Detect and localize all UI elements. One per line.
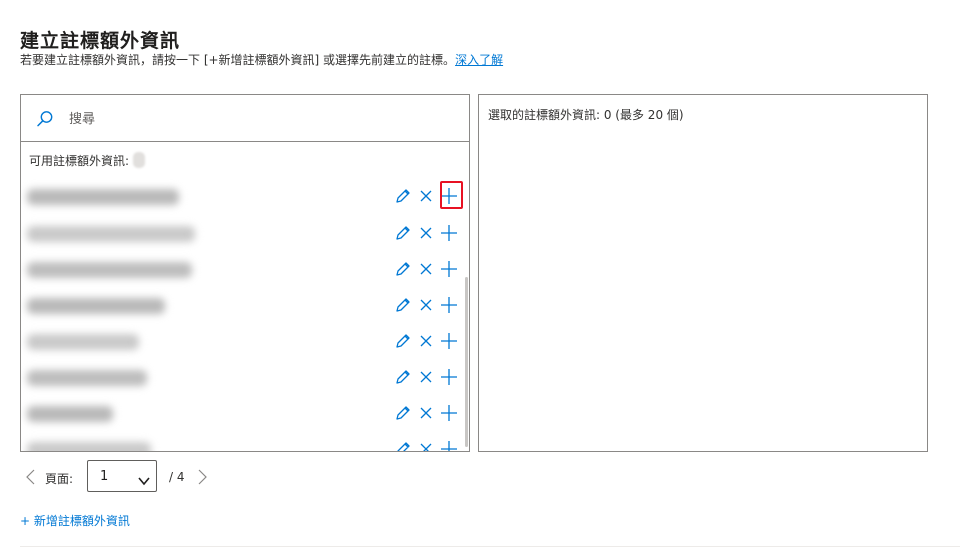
- available-label-text: 可用註標額外資訊:: [29, 154, 130, 168]
- item-label-redacted: [27, 406, 113, 422]
- search-box[interactable]: [21, 95, 469, 142]
- close-icon[interactable]: [415, 402, 437, 424]
- edit-icon[interactable]: [392, 366, 414, 388]
- search-input[interactable]: [69, 108, 449, 130]
- chevron-down-icon: [138, 471, 150, 486]
- list-item: [21, 182, 461, 218]
- list-item: [21, 255, 461, 291]
- list-item: [21, 219, 461, 255]
- learn-more-link[interactable]: 深入了解: [455, 53, 503, 67]
- edit-icon[interactable]: [392, 294, 414, 316]
- selected-panel: 選取的註標額外資訊: 0 (最多 20 個): [478, 94, 928, 452]
- close-icon[interactable]: [415, 330, 437, 352]
- close-icon[interactable]: [415, 438, 437, 451]
- add-icon[interactable]: [438, 438, 460, 451]
- item-label-redacted: [27, 298, 165, 314]
- add-icon[interactable]: [438, 294, 460, 316]
- chevron-right-icon[interactable]: [195, 468, 209, 486]
- page-label: 頁面:: [45, 472, 74, 486]
- pagination: 頁面: 1 / 4: [20, 460, 280, 494]
- page-description: 若要建立註標額外資訊，請按一下 [+新增註標額外資訊] 或選擇先前建立的註標。深…: [20, 51, 503, 68]
- page-select-value: 1: [100, 469, 109, 484]
- add-icon[interactable]: [438, 366, 460, 388]
- list-item: [21, 291, 461, 327]
- edit-icon[interactable]: [392, 258, 414, 280]
- item-label-redacted: [27, 262, 192, 278]
- available-label: 可用註標額外資訊:: [29, 152, 146, 169]
- item-label-redacted: [27, 226, 195, 242]
- edit-icon[interactable]: [392, 402, 414, 424]
- selected-count-label: 選取的註標額外資訊: 0 (最多 20 個): [488, 108, 684, 122]
- add-icon[interactable]: [438, 402, 460, 424]
- close-icon[interactable]: [415, 222, 437, 244]
- item-label-redacted: [27, 370, 147, 386]
- chevron-left-icon[interactable]: [24, 468, 38, 486]
- list-scrollbar[interactable]: [465, 277, 468, 447]
- add-icon[interactable]: [438, 222, 460, 244]
- item-label-redacted: [27, 189, 179, 205]
- available-count-redacted: [133, 152, 146, 168]
- list-item: [21, 363, 461, 399]
- list-item: [21, 399, 461, 435]
- page-select[interactable]: 1: [87, 460, 157, 492]
- edit-icon[interactable]: [392, 330, 414, 352]
- edit-icon[interactable]: [392, 185, 414, 207]
- available-panel: 可用註標額外資訊:: [20, 94, 470, 452]
- close-icon[interactable]: [415, 185, 437, 207]
- page-title: 建立註標額外資訊: [20, 30, 181, 52]
- list-item: [21, 327, 461, 363]
- description-text: 若要建立註標額外資訊，請按一下 [+新增註標額外資訊] 或選擇先前建立的註標。: [20, 53, 456, 67]
- close-icon[interactable]: [415, 366, 437, 388]
- search-icon: [35, 109, 55, 129]
- add-icon[interactable]: [438, 258, 460, 280]
- item-label-redacted: [27, 442, 151, 451]
- page-total: / 4: [169, 470, 185, 484]
- divider: [20, 546, 960, 547]
- close-icon[interactable]: [415, 258, 437, 280]
- list-item: [21, 435, 461, 451]
- add-icon[interactable]: [438, 330, 460, 352]
- close-icon[interactable]: [415, 294, 437, 316]
- add-new-link[interactable]: + 新增註標額外資訊: [20, 512, 130, 529]
- item-label-redacted: [27, 334, 139, 350]
- edit-icon[interactable]: [392, 222, 414, 244]
- edit-icon[interactable]: [392, 438, 414, 451]
- highlight-box: [440, 181, 463, 209]
